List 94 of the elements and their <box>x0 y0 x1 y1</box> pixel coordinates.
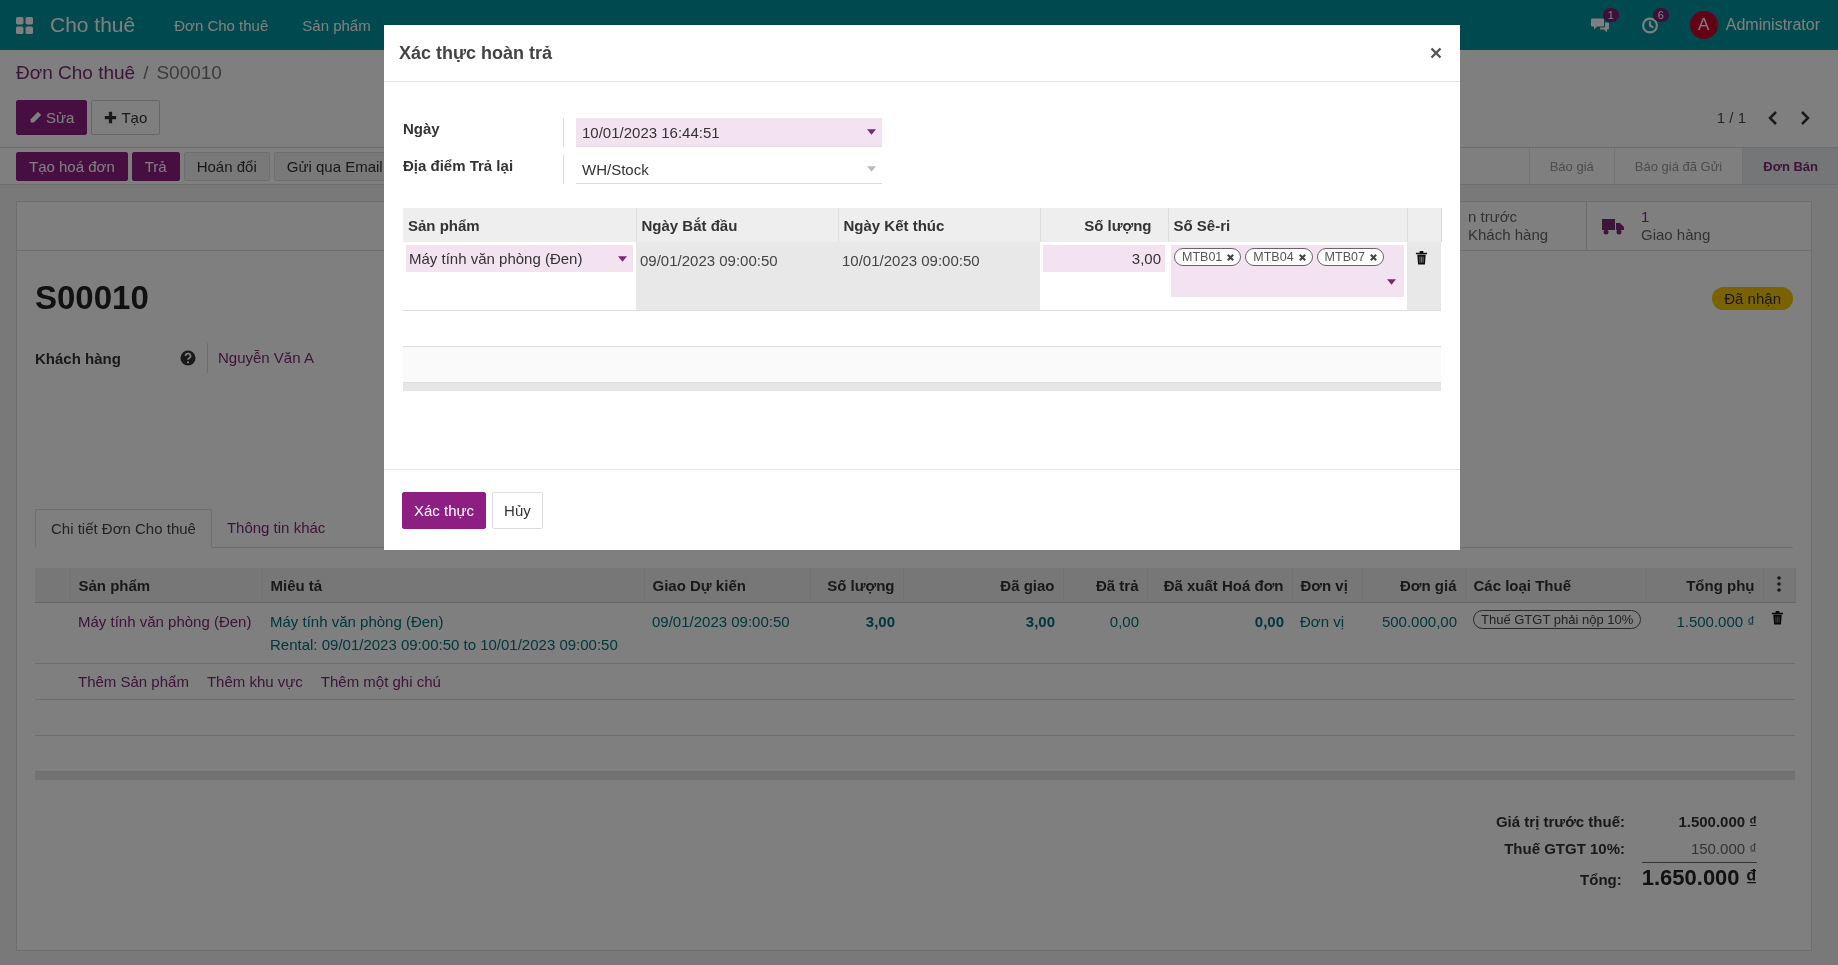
more-options-icon[interactable] <box>1777 575 1781 592</box>
table-cell: 0,00 <box>1147 602 1292 664</box>
total-label: Giá trị trước thuế: <box>1494 813 1626 830</box>
remove-icon[interactable] <box>1368 252 1378 262</box>
stat-button[interactable]: 1 Giao hàng <box>1586 202 1811 250</box>
product-select[interactable]: Máy tính văn phòng (Đen) <box>406 245 633 272</box>
serial-tag[interactable]: MTB07 <box>1316 248 1384 266</box>
add-line-link[interactable]: Thêm Sản phẩm <box>78 673 189 690</box>
date-field[interactable]: 10/01/2023 16:44:51 <box>576 118 882 147</box>
message-count-badge: 1 <box>1602 7 1619 22</box>
column-header[interactable]: Đã xuất Hoá đơn <box>1147 568 1292 603</box>
column-header[interactable]: Số Sê-ri <box>1168 208 1407 242</box>
column-header[interactable]: Số lượng <box>810 568 903 603</box>
customer-link[interactable]: Nguyễn Văn A <box>207 343 314 373</box>
table-cell: 3,00 <box>810 602 903 664</box>
clock-icon[interactable] <box>1639 16 1660 34</box>
table-cell-text: 09/01/2023 09:00:50 <box>652 612 791 632</box>
field-label: Địa điểm Trả lại <box>403 155 564 184</box>
table-cell: 1.500.000 ₫ <box>1646 602 1763 664</box>
add-line-link[interactable]: Thêm khu vực <box>206 673 303 690</box>
plus-icon <box>104 111 118 124</box>
header-button[interactable]: Tạo hoá đơn <box>16 151 128 181</box>
header-button[interactable]: Trả <box>131 151 180 181</box>
tab[interactable]: Chi tiết Đơn Cho thuê <box>35 509 212 548</box>
pager-counter: 1 / 1 <box>1716 109 1746 126</box>
breadcrumb-current: S00010 <box>156 62 222 84</box>
select-field[interactable]: WH/Stock <box>576 155 882 184</box>
total-amount: 1.650.000 ₫ <box>1641 862 1757 893</box>
column-header[interactable]: Số lượng <box>1040 208 1168 242</box>
table-cell: 3,00 <box>903 602 1063 664</box>
state-badge: Đã nhận <box>1712 286 1793 310</box>
remove-icon[interactable] <box>1226 252 1236 262</box>
field-label: Ngày <box>403 118 564 147</box>
column-header[interactable]: Đã giao <box>903 568 1063 603</box>
column-header[interactable]: Đơn vị <box>1292 568 1362 603</box>
add-line-link[interactable]: Thêm một ghi chú <box>320 673 441 690</box>
record-name: S00010 <box>35 279 149 317</box>
next-icon[interactable] <box>1800 109 1810 126</box>
table-cell-text: Rental: 09/01/2023 09:00:50 to 10/01/2023 09:00:50 <box>270 635 619 655</box>
activity-count-badge: 6 <box>1652 7 1669 22</box>
column-header[interactable]: Miêu tả <box>262 568 644 603</box>
dropdown-caret-icon <box>867 166 876 172</box>
field-label: Khách hàng <box>35 349 122 367</box>
breadcrumb-link[interactable]: Đơn Cho thuê <box>16 62 136 84</box>
previous-icon[interactable] <box>1768 109 1778 126</box>
tab[interactable]: Thông tin khác <box>211 509 341 547</box>
table-cell: 500.000,00 <box>1362 602 1465 664</box>
total-label: Thuế GTGT 10%: <box>1503 840 1626 857</box>
column-header[interactable]: Ngày Kết thúc <box>838 208 1040 242</box>
app-name[interactable]: Cho thuê <box>50 13 136 37</box>
table-cell-text: Đơn vị <box>1300 612 1345 632</box>
edit-button[interactable]: Sửa <box>16 100 88 135</box>
table-cell-text: Máy tính văn phòng (Đen) <box>270 612 445 632</box>
total-label: Tổng: <box>1579 871 1623 888</box>
column-header[interactable]: Các loại Thuế <box>1465 568 1646 603</box>
user-name[interactable]: Administrator <box>1725 16 1820 34</box>
chat-icon[interactable] <box>1589 16 1610 34</box>
column-header[interactable]: Sản phẩm <box>403 208 636 242</box>
total-amount: 150.000 ₫ <box>1689 839 1757 859</box>
confirm-button[interactable]: Xác thực <box>402 491 487 529</box>
table-cell: 10/01/2023 09:00:50 <box>838 242 1040 311</box>
dropdown-caret-icon <box>618 255 627 262</box>
column-header[interactable]: Tổng phụ <box>1646 568 1763 603</box>
dropdown-caret-icon[interactable] <box>1387 279 1396 285</box>
quantity-input[interactable]: 3,00 <box>1043 245 1165 272</box>
column-header[interactable]: Đã trả <box>1063 568 1147 603</box>
create-button[interactable]: Tạo <box>91 100 161 135</box>
user-avatar[interactable]: A <box>1689 11 1718 39</box>
truck-icon <box>1601 217 1625 235</box>
serial-tag[interactable]: MTB01 <box>1174 248 1242 266</box>
table-cell: 09/01/2023 09:00:50 <box>636 242 838 311</box>
column-header[interactable]: Sản phẩm <box>70 568 262 603</box>
apps-menu-icon[interactable] <box>16 16 33 34</box>
pencil-icon <box>29 111 42 124</box>
status-stage[interactable]: Đơn Bán <box>1742 148 1838 184</box>
dialog-title: Xác thực hoàn trả <box>399 42 553 64</box>
serial-number-field[interactable]: MTB01 MTB04 MTB07 <box>1171 245 1404 297</box>
menu-item[interactable]: Sản phẩm <box>302 16 371 34</box>
remove-icon[interactable] <box>1297 252 1307 262</box>
column-header[interactable]: Giao Dự kiến <box>644 568 810 603</box>
table-cell: Máy tính văn phòng (Đen) <box>70 602 262 664</box>
breadcrumb-separator: / <box>143 62 149 84</box>
dropdown-caret-icon <box>867 129 876 135</box>
cancel-button[interactable]: Hủy <box>492 491 543 529</box>
menu-item[interactable]: Đơn Cho thuê <box>174 16 269 34</box>
close-icon[interactable] <box>1430 47 1442 59</box>
column-header[interactable]: Đơn giá <box>1362 568 1465 603</box>
serial-tag[interactable]: MTB04 <box>1245 248 1313 266</box>
total-amount: 1.500.000 ₫ <box>1677 812 1757 832</box>
table-cell: 0,00 <box>1063 602 1147 664</box>
header-button[interactable]: Hoán đổi <box>183 151 270 181</box>
help-icon[interactable] <box>180 350 196 366</box>
column-header[interactable]: Ngày Bắt đầu <box>636 208 838 242</box>
delete-icon[interactable] <box>1415 250 1428 265</box>
